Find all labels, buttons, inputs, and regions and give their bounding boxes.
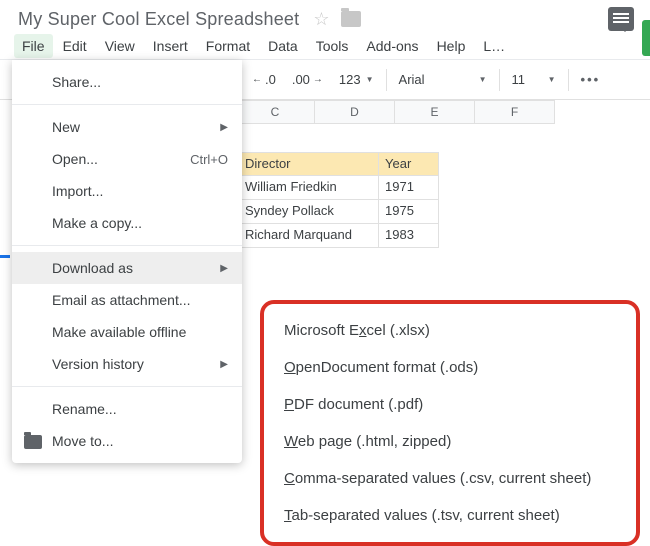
column-header-f[interactable]: F — [475, 100, 555, 124]
file-menu-email-attachment[interactable]: Email as attachment... — [12, 284, 242, 316]
menu-bar: File Edit View Insert Format Data Tools … — [0, 32, 650, 60]
number-format-button[interactable]: 123▼ — [333, 68, 380, 91]
chevron-right-icon: ▶ — [220, 263, 228, 274]
increase-decimal-button[interactable]: .00→ — [286, 68, 329, 91]
menu-addons[interactable]: Add-ons — [358, 34, 426, 58]
menu-edit[interactable]: Edit — [55, 34, 95, 58]
file-menu-move-to[interactable]: Move to... — [12, 425, 242, 457]
download-csv[interactable]: Comma-separated values (.csv, current sh… — [264, 460, 636, 497]
chevron-right-icon: ▶ — [220, 359, 228, 370]
toolbar-divider — [568, 69, 569, 91]
cell-director[interactable]: Richard Marquand — [239, 224, 379, 248]
file-menu-dropdown: Share... New▶ Open...Ctrl+O Import... Ma… — [12, 60, 242, 463]
table-row: Richard Marquand 1983 — [239, 224, 439, 248]
table-header-row: Director Year — [239, 152, 439, 176]
more-tools-button[interactable]: ••• — [575, 68, 607, 91]
file-menu-make-copy[interactable]: Make a copy... — [12, 207, 242, 239]
file-menu-download-as[interactable]: Download as▶ — [12, 252, 242, 284]
chevron-down-icon: ▼ — [548, 75, 556, 84]
document-title[interactable]: My Super Cool Excel Spreadsheet — [18, 9, 299, 30]
download-xlsx[interactable]: Microsoft Excel (.xlsx) — [264, 312, 636, 349]
menu-separator — [12, 104, 242, 105]
cell-director[interactable]: Syndey Pollack — [239, 200, 379, 224]
font-selector[interactable]: Arial▼ — [393, 68, 493, 91]
download-as-submenu: Microsoft Excel (.xlsx) OpenDocument for… — [260, 300, 640, 546]
data-grid: Director Year William Friedkin 1971 Synd… — [239, 152, 439, 248]
folder-icon — [24, 435, 42, 449]
comments-icon[interactable] — [608, 7, 634, 31]
download-web[interactable]: Web page (.html, zipped) — [264, 423, 636, 460]
share-button-edge[interactable] — [642, 20, 650, 56]
file-menu-new[interactable]: New▶ — [12, 111, 242, 143]
header-cell-year[interactable]: Year — [379, 152, 439, 176]
cell-year[interactable]: 1975 — [379, 200, 439, 224]
download-tsv[interactable]: Tab-separated values (.tsv, current shee… — [264, 497, 636, 534]
chevron-down-icon: ▼ — [366, 75, 374, 84]
menu-data[interactable]: Data — [260, 34, 306, 58]
menu-format[interactable]: Format — [198, 34, 258, 58]
menu-separator — [12, 386, 242, 387]
menu-file[interactable]: File — [14, 34, 53, 58]
file-menu-rename[interactable]: Rename... — [12, 393, 242, 425]
title-bar: My Super Cool Excel Spreadsheet ☆ — [0, 0, 650, 32]
folder-icon[interactable] — [341, 11, 361, 27]
file-menu-import[interactable]: Import... — [12, 175, 242, 207]
download-pdf[interactable]: PDF document (.pdf) — [264, 386, 636, 423]
download-ods[interactable]: OpenDocument format (.ods) — [264, 349, 636, 386]
menu-last[interactable]: L… — [475, 34, 513, 58]
menu-help[interactable]: Help — [429, 34, 474, 58]
chevron-right-icon: ▶ — [220, 122, 228, 133]
menu-separator — [12, 245, 242, 246]
cell-director[interactable]: William Friedkin — [239, 176, 379, 200]
table-row: Syndey Pollack 1975 — [239, 200, 439, 224]
table-row: William Friedkin 1971 — [239, 176, 439, 200]
file-menu-open[interactable]: Open...Ctrl+O — [12, 143, 242, 175]
star-icon[interactable]: ☆ — [313, 9, 329, 30]
row-selection-indicator — [0, 255, 10, 258]
column-header-e[interactable]: E — [395, 100, 475, 124]
column-header-d[interactable]: D — [315, 100, 395, 124]
font-size-selector[interactable]: 11▼ — [506, 68, 562, 91]
column-header-c[interactable]: C — [235, 100, 315, 124]
file-menu-share[interactable]: Share... — [12, 66, 242, 98]
file-menu-version-history[interactable]: Version history▶ — [12, 348, 242, 380]
toolbar-divider — [499, 69, 500, 91]
menu-insert[interactable]: Insert — [145, 34, 196, 58]
chevron-down-icon: ▼ — [479, 75, 487, 84]
keyboard-shortcut: Ctrl+O — [190, 152, 228, 167]
cell-year[interactable]: 1983 — [379, 224, 439, 248]
column-headers: C D E F — [235, 100, 555, 124]
decrease-decimal-button[interactable]: ←.0 — [246, 68, 282, 91]
menu-tools[interactable]: Tools — [308, 34, 357, 58]
file-menu-available-offline[interactable]: Make available offline — [12, 316, 242, 348]
toolbar-divider — [386, 69, 387, 91]
cell-year[interactable]: 1971 — [379, 176, 439, 200]
menu-view[interactable]: View — [97, 34, 143, 58]
header-cell-director[interactable]: Director — [239, 152, 379, 176]
